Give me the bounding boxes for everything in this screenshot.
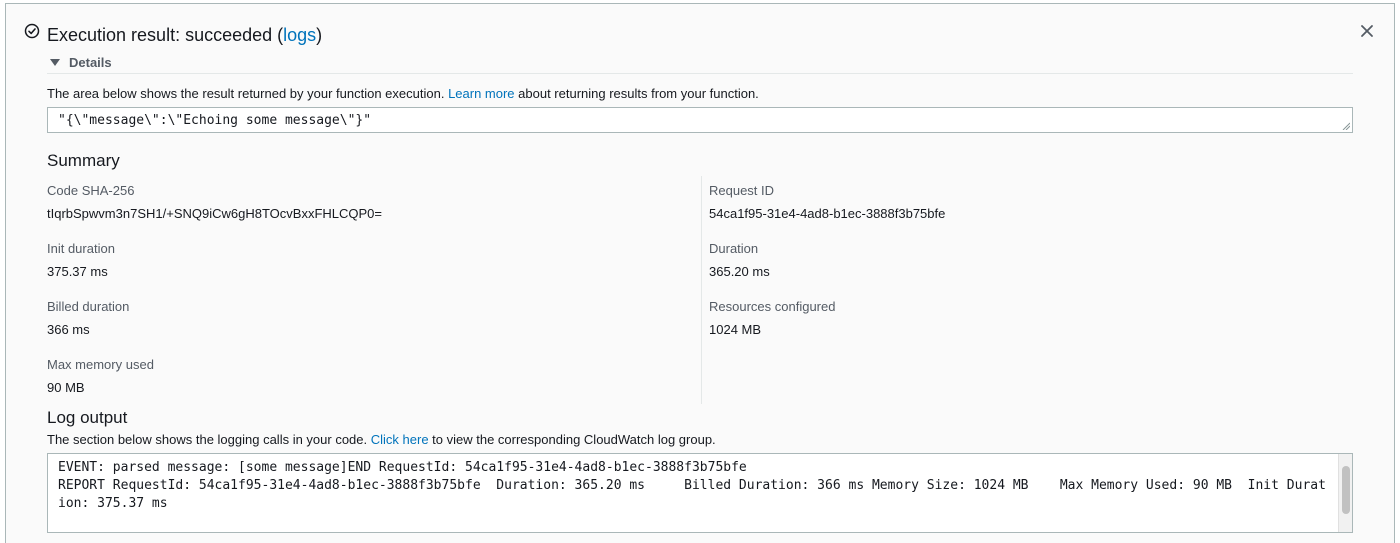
details-toggle[interactable]: Details: [50, 54, 112, 70]
init-duration-value: 375.37 ms: [47, 264, 108, 279]
result-output-field[interactable]: "{\"message\":\"Echoing some message\"}": [47, 107, 1353, 133]
title-prefix: Execution result: succeeded (: [47, 25, 284, 45]
log-output-text: EVENT: parsed message: [some message]END…: [58, 460, 1326, 511]
summary-column-divider: [701, 176, 702, 404]
details-description: The area below shows the result returned…: [47, 86, 759, 101]
close-icon[interactable]: [1359, 23, 1375, 39]
execution-result-panel: Execution result: succeeded (logs) Detai…: [5, 3, 1395, 543]
details-description-prefix: The area below shows the result returned…: [47, 86, 449, 101]
log-output-field[interactable]: EVENT: parsed message: [some message]END…: [47, 453, 1353, 533]
resize-grip-icon[interactable]: [1342, 122, 1350, 130]
log-output-title: Log output: [47, 408, 128, 427]
caret-down-icon: [50, 58, 60, 66]
execution-result-title: Execution result: succeeded (logs): [47, 25, 322, 46]
click-here-link[interactable]: Click here: [371, 432, 429, 447]
check-circle-icon: [24, 23, 40, 39]
result-value: "{\"message\":\"Echoing some message\"}": [58, 113, 372, 128]
resources-configured-label: Resources configured: [709, 299, 836, 314]
details-divider: [47, 73, 1353, 74]
log-scrollbar[interactable]: [1338, 454, 1352, 532]
init-duration-label: Init duration: [47, 241, 115, 256]
logs-link[interactable]: logs: [283, 25, 316, 45]
duration-label: Duration: [709, 241, 759, 256]
max-memory-label: Max memory used: [47, 357, 154, 372]
billed-duration-value: 366 ms: [47, 322, 90, 337]
duration-value: 365.20 ms: [709, 264, 770, 279]
request-id-label: Request ID: [709, 183, 775, 198]
log-description-prefix: The section below shows the logging call…: [47, 432, 371, 447]
log-scroll-thumb[interactable]: [1342, 466, 1350, 514]
learn-more-link[interactable]: Learn more: [448, 86, 514, 101]
max-memory-value: 90 MB: [47, 380, 85, 395]
resources-configured-value: 1024 MB: [709, 322, 762, 337]
billed-duration-label: Billed duration: [47, 299, 130, 314]
request-id-value: 54ca1f95-31e4-4ad8-b1ec-3888f3b75bfe: [709, 206, 946, 221]
code-sha-label: Code SHA-256: [47, 183, 135, 198]
log-description-suffix: to view the corresponding CloudWatch log…: [428, 432, 716, 447]
title-suffix: ): [316, 25, 323, 45]
log-description: The section below shows the logging call…: [47, 432, 716, 447]
details-label: Details: [69, 54, 112, 70]
details-description-suffix: about returning results from your functi…: [514, 86, 759, 101]
summary-title: Summary: [47, 151, 120, 170]
code-sha-value: tIqrbSpwvm3n7SH1/+SNQ9iCw6gH8TOcvBxxFHLC…: [47, 206, 382, 221]
